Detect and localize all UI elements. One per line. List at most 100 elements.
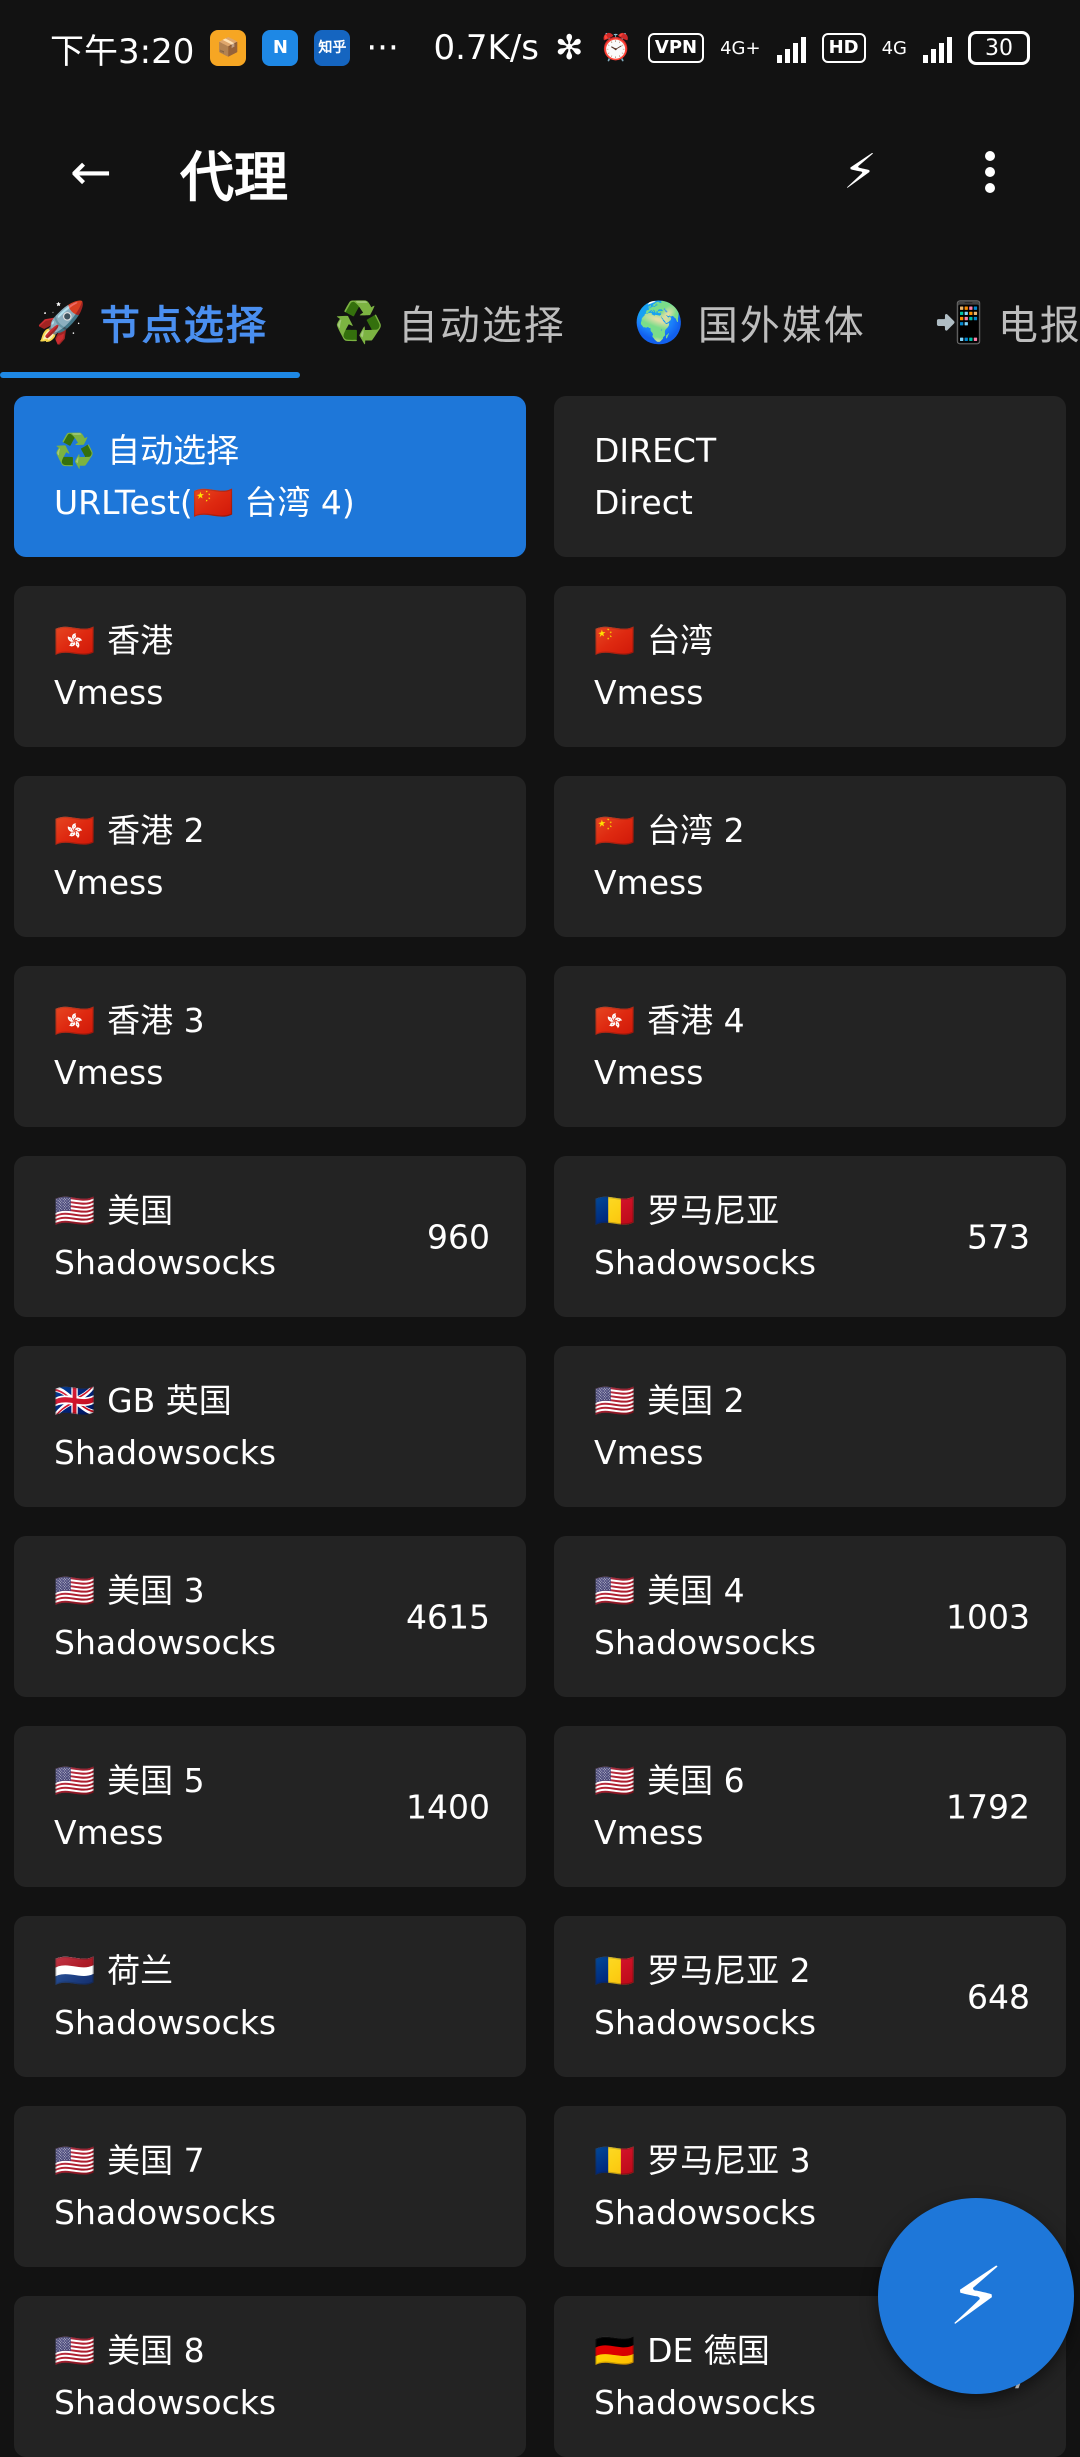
- tab-label: 电报: [997, 303, 1080, 349]
- proxy-name: 🇷🇴 罗马尼亚: [594, 1186, 1026, 1236]
- proxy-card[interactable]: 🇭🇰 香港 3 Vmess: [14, 966, 526, 1127]
- bolt-icon: ⚡: [947, 2249, 1005, 2343]
- proxy-name-text: 台湾 2: [647, 811, 745, 850]
- proxy-card[interactable]: 🇨🇳 台湾 Vmess: [554, 586, 1066, 747]
- proxy-name-text: 美国 5: [107, 1761, 205, 1800]
- proxy-name: 🇨🇳 台湾: [594, 616, 1026, 666]
- proxy-card[interactable]: 🇭🇰 香港 4 Vmess: [554, 966, 1066, 1127]
- proxy-delay: 4615: [406, 1597, 490, 1636]
- proxy-name: 🇭🇰 香港 2: [54, 806, 486, 856]
- proxy-card[interactable]: DIRECT Direct: [554, 396, 1066, 557]
- speed-test-icon[interactable]: ⚡: [830, 137, 890, 207]
- proxy-card[interactable]: 🇺🇸 美国 6 Vmess 1792: [554, 1726, 1066, 1887]
- proxy-type: Shadowsocks: [54, 2003, 277, 2042]
- flag-icon: 🇬🇧: [54, 1381, 96, 1420]
- proxy-card[interactable]: 🇺🇸 美国 8 Shadowsocks: [14, 2296, 526, 2457]
- proxy-card[interactable]: 🇭🇰 香港 Vmess: [14, 586, 526, 747]
- proxy-name: 🇨🇳 台湾 2: [594, 806, 1026, 856]
- tab-node-select[interactable]: 🚀 节点选择: [36, 272, 268, 372]
- notification-app-icon: 知乎: [314, 30, 351, 66]
- back-arrow-icon[interactable]: ←: [56, 137, 126, 207]
- flag-icon: 🇺🇸: [594, 1761, 636, 1800]
- proxy-type: Vmess: [594, 1433, 704, 1472]
- proxy-card[interactable]: 🇭🇰 香港 2 Vmess: [14, 776, 526, 937]
- proxy-card[interactable]: 🇺🇸 美国 Shadowsocks 960: [14, 1156, 526, 1317]
- proxy-card[interactable]: 🇺🇸 美国 5 Vmess 1400: [14, 1726, 526, 1887]
- proxy-name-text: 香港 2: [107, 811, 205, 850]
- flag-icon: 🇭🇰: [594, 1001, 636, 1040]
- proxy-name-text: 罗马尼亚 3: [647, 2141, 811, 2180]
- flag-icon: 🇭🇰: [54, 1001, 96, 1040]
- proxy-type: Vmess: [54, 863, 164, 902]
- status-right: 0.7K/s ✻ ⏰ VPN 4G+ HD 4G 30: [433, 28, 1030, 68]
- proxy-name: 🇺🇸 美国 7: [54, 2136, 486, 2186]
- proxy-group-tabs: 🚀 节点选择 ♻️ 自动选择 🌍 国外媒体 📲 电报: [0, 272, 1080, 382]
- proxy-type: Shadowsocks: [594, 2003, 817, 2042]
- globe-icon: 🌍: [634, 299, 686, 346]
- proxy-name-text: 美国 2: [647, 1381, 745, 1420]
- more-notifications-icon: ···: [366, 28, 399, 68]
- proxy-type: Shadowsocks: [54, 2193, 277, 2232]
- proxy-card[interactable]: 🇺🇸 美国 2 Vmess: [554, 1346, 1066, 1507]
- proxy-name: 🇷🇴 罗马尼亚 3: [594, 2136, 1026, 2186]
- tab-foreign-media[interactable]: 🌍 国外媒体: [634, 272, 866, 372]
- flag-icon: 🇷🇴: [594, 1191, 636, 1230]
- proxy-card[interactable]: 🇳🇱 荷兰 Shadowsocks: [14, 1916, 526, 2077]
- tab-label: 自动选择: [397, 303, 566, 349]
- bluetooth-icon: ✻: [555, 28, 584, 68]
- proxy-card[interactable]: 🇷🇴 罗马尼亚 Shadowsocks 573: [554, 1156, 1066, 1317]
- proxy-name-text: 荷兰: [107, 1951, 174, 1990]
- flag-icon: 🇷🇴: [594, 1951, 636, 1990]
- network-type: 4G: [881, 37, 907, 59]
- proxy-name-text: 美国 3: [107, 1571, 205, 1610]
- tab-telegram[interactable]: 📲 电报: [934, 272, 1080, 372]
- proxy-name-text: 美国: [107, 1191, 174, 1230]
- proxy-name-text: 罗马尼亚: [647, 1191, 780, 1230]
- rocket-icon: 🚀: [36, 299, 88, 346]
- proxy-name-text: 美国 4: [647, 1571, 745, 1610]
- proxy-delay: 648: [967, 1977, 1030, 2016]
- proxy-type: Shadowsocks: [54, 2383, 277, 2422]
- phone-icon: 📲: [934, 299, 986, 346]
- flag-icon: 🇺🇸: [594, 1381, 636, 1420]
- flag-icon: 🇺🇸: [54, 2331, 96, 2370]
- network-speed: 0.7K/s: [433, 28, 540, 68]
- flag-icon: 🇭🇰: [54, 811, 96, 850]
- proxy-type: Shadowsocks: [54, 1243, 277, 1282]
- proxy-card[interactable]: ♻️ 自动选择 URLTest(🇨🇳 台湾 4): [14, 396, 526, 557]
- flag-icon: 🇨🇳: [594, 621, 636, 660]
- tab-label: 节点选择: [99, 303, 268, 349]
- clock: 下午3:20: [50, 31, 195, 72]
- flag-icon: 🇭🇰: [54, 621, 96, 660]
- flag-icon: 🇺🇸: [594, 1571, 636, 1610]
- flag-icon: ♻️: [54, 431, 96, 470]
- app-bar: ← 代理 ⚡: [0, 96, 1080, 248]
- proxy-name: 🇺🇸 美国 2: [594, 1376, 1026, 1426]
- proxy-card[interactable]: 🇷🇴 罗马尼亚 2 Shadowsocks 648: [554, 1916, 1066, 2077]
- proxy-name: 🇭🇰 香港 4: [594, 996, 1026, 1046]
- flag-icon: 🇷🇴: [594, 2141, 636, 2180]
- proxy-name-text: GB 英国: [107, 1381, 232, 1420]
- tab-indicator: [0, 372, 300, 378]
- flag-icon: 🇺🇸: [54, 1191, 96, 1230]
- more-vert-icon[interactable]: [960, 137, 1020, 207]
- hd-icon: HD: [821, 33, 866, 63]
- proxy-delay: 960: [427, 1217, 490, 1256]
- proxy-card[interactable]: 🇬🇧 GB 英国 Shadowsocks: [14, 1346, 526, 1507]
- proxy-type: Direct: [594, 483, 693, 522]
- proxy-card[interactable]: 🇺🇸 美国 4 Shadowsocks 1003: [554, 1536, 1066, 1697]
- proxy-card[interactable]: 🇨🇳 台湾 2 Vmess: [554, 776, 1066, 937]
- proxy-type: URLTest(🇨🇳 台湾 4): [54, 483, 355, 522]
- proxy-card[interactable]: 🇺🇸 美国 3 Shadowsocks 4615: [14, 1536, 526, 1697]
- proxy-type: Vmess: [594, 673, 704, 712]
- speed-test-fab[interactable]: ⚡: [878, 2198, 1074, 2394]
- proxy-name: 🇺🇸 美国: [54, 1186, 486, 1236]
- tab-auto-select[interactable]: ♻️ 自动选择: [334, 272, 566, 372]
- proxy-name: DIRECT: [594, 426, 1026, 476]
- flag-icon: 🇨🇳: [594, 811, 636, 850]
- proxy-name-text: 美国 7: [107, 2141, 205, 2180]
- proxy-name-text: 美国 6: [647, 1761, 745, 1800]
- proxy-name-text: DE 德国: [647, 2331, 770, 2370]
- proxy-card[interactable]: 🇺🇸 美国 7 Shadowsocks: [14, 2106, 526, 2267]
- vpn-icon: VPN: [647, 33, 705, 63]
